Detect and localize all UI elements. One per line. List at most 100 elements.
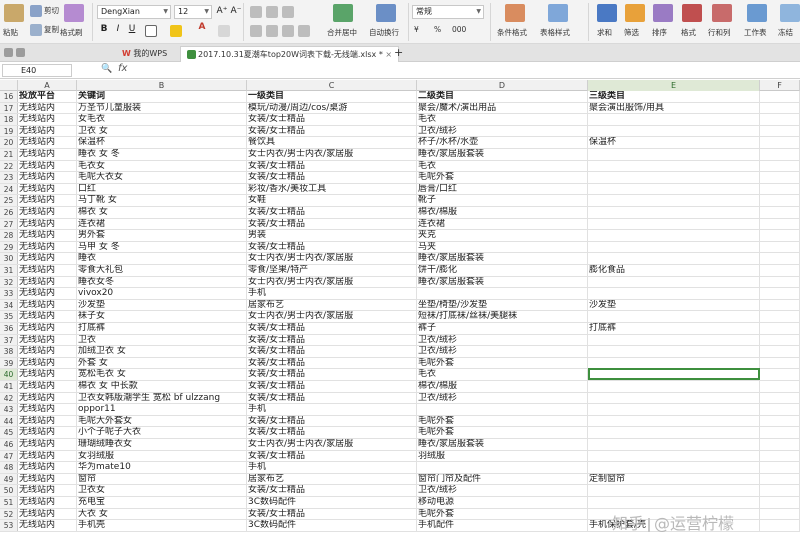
cell-d[interactable]: 手机配件 xyxy=(417,520,588,531)
cell-e[interactable] xyxy=(588,241,760,253)
cell-c[interactable]: 女士内衣/男士内衣/家居服 xyxy=(247,253,417,264)
cell-c[interactable]: 3C数码配件 xyxy=(247,497,417,508)
cell-a[interactable]: 无线站内 xyxy=(18,508,77,520)
cell-e[interactable] xyxy=(588,253,760,264)
merge-center-button[interactable]: 合并居中 xyxy=(327,27,357,38)
border-icon[interactable] xyxy=(145,25,157,37)
cell-b[interactable]: 手机壳 xyxy=(77,520,247,531)
row-number[interactable]: 33 xyxy=(0,288,18,299)
column-header-f[interactable]: F xyxy=(760,80,800,91)
cell-a[interactable]: 无线站内 xyxy=(18,253,77,264)
cell-f[interactable] xyxy=(760,183,800,195)
cell-d[interactable]: 卫衣/绒衫 xyxy=(417,485,588,496)
cell-e[interactable] xyxy=(588,497,760,508)
cell-f[interactable] xyxy=(760,125,800,137)
freeze-icon[interactable] xyxy=(780,4,800,22)
cell-e[interactable] xyxy=(588,276,760,288)
cell-b[interactable]: 毛衣女 xyxy=(77,160,247,172)
cell-d[interactable]: 唇膏/口红 xyxy=(417,183,588,195)
cell-b[interactable]: 珊瑚绒睡衣女 xyxy=(77,439,247,450)
cell-a[interactable]: 无线站内 xyxy=(18,195,77,206)
row-number[interactable]: 53 xyxy=(0,520,18,531)
cell-c[interactable]: 手机 xyxy=(247,462,417,473)
tab-my-wps[interactable]: W 我的WPS xyxy=(116,46,173,62)
underline-button[interactable]: U xyxy=(126,24,138,34)
cut-button[interactable]: 剪切 xyxy=(30,5,59,17)
cell-d[interactable]: 坐垫/椅垫/沙发垫 xyxy=(417,299,588,311)
cell-a[interactable]: 无线站内 xyxy=(18,381,77,392)
cell-f[interactable] xyxy=(760,473,800,485)
cell-b[interactable]: vivox20 xyxy=(77,288,247,299)
cell-d[interactable]: 睡衣/家居服套装 xyxy=(417,439,588,450)
cell-f[interactable] xyxy=(760,241,800,253)
nav-forward-icon[interactable] xyxy=(16,48,25,57)
cell-a[interactable]: 无线站内 xyxy=(18,125,77,137)
row-number[interactable]: 43 xyxy=(0,404,18,415)
cell-d[interactable]: 卫衣/绒衫 xyxy=(417,346,588,357)
cell-f[interactable] xyxy=(760,323,800,334)
table-style-button[interactable]: 表格样式 xyxy=(540,27,570,38)
conditional-format-button[interactable]: 条件格式 xyxy=(497,27,527,38)
row-number[interactable]: 36 xyxy=(0,323,18,334)
cell-a[interactable]: 无线站内 xyxy=(18,311,77,322)
nav-back-icon[interactable] xyxy=(4,48,13,57)
cell-d[interactable]: 毛衣 xyxy=(417,160,588,172)
row-number[interactable]: 49 xyxy=(0,473,18,485)
cell-d[interactable]: 卫衣/绒衫 xyxy=(417,125,588,137)
cell-a[interactable]: 无线站内 xyxy=(18,265,77,276)
cell-f[interactable] xyxy=(760,114,800,125)
filter-button[interactable]: 筛选 xyxy=(624,27,639,38)
cell-d[interactable]: 毛呢外套 xyxy=(417,415,588,427)
cell-c[interactable]: 男装 xyxy=(247,230,417,241)
cell-b[interactable]: 加绒卫衣 女 xyxy=(77,346,247,357)
cell-e[interactable]: 打底裤 xyxy=(588,323,760,334)
cell-d[interactable]: 棉衣/棉服 xyxy=(417,207,588,218)
row-number[interactable]: 35 xyxy=(0,311,18,322)
cell-d[interactable]: 毛呢外套 xyxy=(417,427,588,438)
cell-c[interactable]: 零食/坚果/特产 xyxy=(247,265,417,276)
cell-a[interactable]: 无线站内 xyxy=(18,462,77,473)
cell-f[interactable] xyxy=(760,102,800,114)
cell-c[interactable]: 女鞋 xyxy=(247,195,417,206)
cell-a[interactable]: 无线站内 xyxy=(18,218,77,230)
cell-c[interactable]: 女装/女士精品 xyxy=(247,357,417,369)
column-header-a[interactable]: A xyxy=(18,80,77,91)
cell-b[interactable]: 充电宝 xyxy=(77,497,247,508)
cell-b[interactable]: 外套 女 xyxy=(77,357,247,369)
cell-f[interactable] xyxy=(760,265,800,276)
row-number[interactable]: 42 xyxy=(0,392,18,404)
paste-icon[interactable] xyxy=(4,4,24,22)
cell-a[interactable]: 无线站内 xyxy=(18,241,77,253)
row-number[interactable]: 17 xyxy=(0,102,18,114)
format-painter-icon[interactable] xyxy=(64,4,84,22)
cell-b[interactable]: 口红 xyxy=(77,183,247,195)
cell-f[interactable] xyxy=(760,392,800,404)
cell-f[interactable] xyxy=(760,381,800,392)
cell-f[interactable] xyxy=(760,450,800,462)
align-center-icon[interactable] xyxy=(266,25,278,37)
worksheet-icon[interactable] xyxy=(747,4,767,22)
cell-a[interactable]: 无线站内 xyxy=(18,346,77,357)
rows-cols-icon[interactable] xyxy=(712,4,732,22)
cell-c[interactable]: 女装/女士精品 xyxy=(247,114,417,125)
cell-b[interactable]: 睡衣 xyxy=(77,253,247,264)
row-number[interactable]: 41 xyxy=(0,381,18,392)
row-number[interactable]: 28 xyxy=(0,230,18,241)
row-number[interactable]: 29 xyxy=(0,241,18,253)
cell-d[interactable] xyxy=(417,288,588,299)
cell-b[interactable]: 袜子女 xyxy=(77,311,247,322)
cell-b[interactable]: 打底裤 xyxy=(77,323,247,334)
cell-e[interactable] xyxy=(588,114,760,125)
cell-c[interactable]: 女装/女士精品 xyxy=(247,485,417,496)
row-number[interactable]: 26 xyxy=(0,207,18,218)
cell-e[interactable] xyxy=(588,357,760,369)
cell-d[interactable]: 羽绒服 xyxy=(417,450,588,462)
percent-button[interactable]: % xyxy=(434,25,441,34)
cell-e[interactable] xyxy=(588,311,760,322)
cell-d[interactable]: 毛呢外套 xyxy=(417,172,588,183)
cell-d[interactable]: 二级类目 xyxy=(417,91,588,102)
cell-f[interactable] xyxy=(760,172,800,183)
cell-b[interactable]: 关键词 xyxy=(77,91,247,102)
font-name-select[interactable]: DengXian ▼ xyxy=(97,5,171,19)
fill-color-icon[interactable] xyxy=(170,25,182,37)
